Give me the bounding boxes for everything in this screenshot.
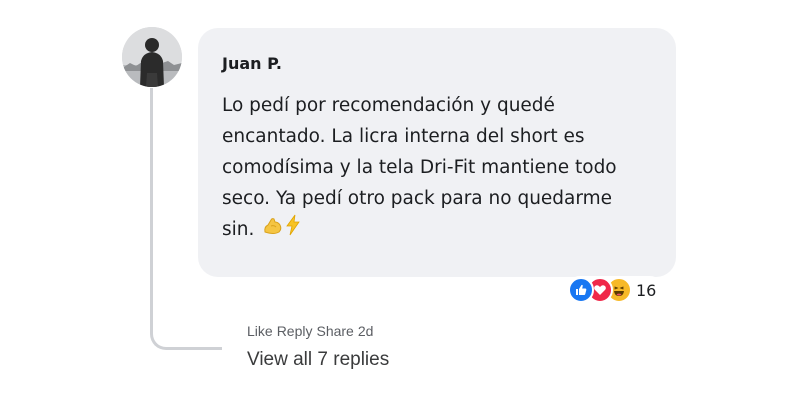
reaction-summary[interactable]: 16: [566, 276, 665, 304]
emoji-group: [262, 214, 302, 246]
comment-bubble: Juan P. Lo pedí por recomendación y qued…: [198, 28, 676, 277]
comment-actions: Like Reply Share 2d: [247, 322, 373, 340]
reply-button[interactable]: Reply: [277, 322, 313, 340]
comment-author[interactable]: Juan P.: [222, 54, 654, 74]
share-button[interactable]: Share: [316, 322, 353, 340]
view-replies-link[interactable]: View all 7 replies: [247, 347, 389, 373]
comment-text: Lo pedí por recomendación y quedé encant…: [222, 90, 642, 246]
reaction-count: 16: [636, 280, 657, 300]
avatar[interactable]: [122, 27, 182, 87]
like-reaction-icon: [568, 277, 594, 303]
like-button[interactable]: Like: [247, 322, 273, 340]
comment-timestamp[interactable]: 2d: [358, 322, 374, 340]
person-silhouette-icon: [122, 27, 182, 87]
comment-thread: Juan P. Lo pedí por recomendación y qued…: [0, 0, 800, 400]
high-voltage-icon: [286, 214, 301, 236]
flexed-biceps-icon: [264, 218, 282, 234]
